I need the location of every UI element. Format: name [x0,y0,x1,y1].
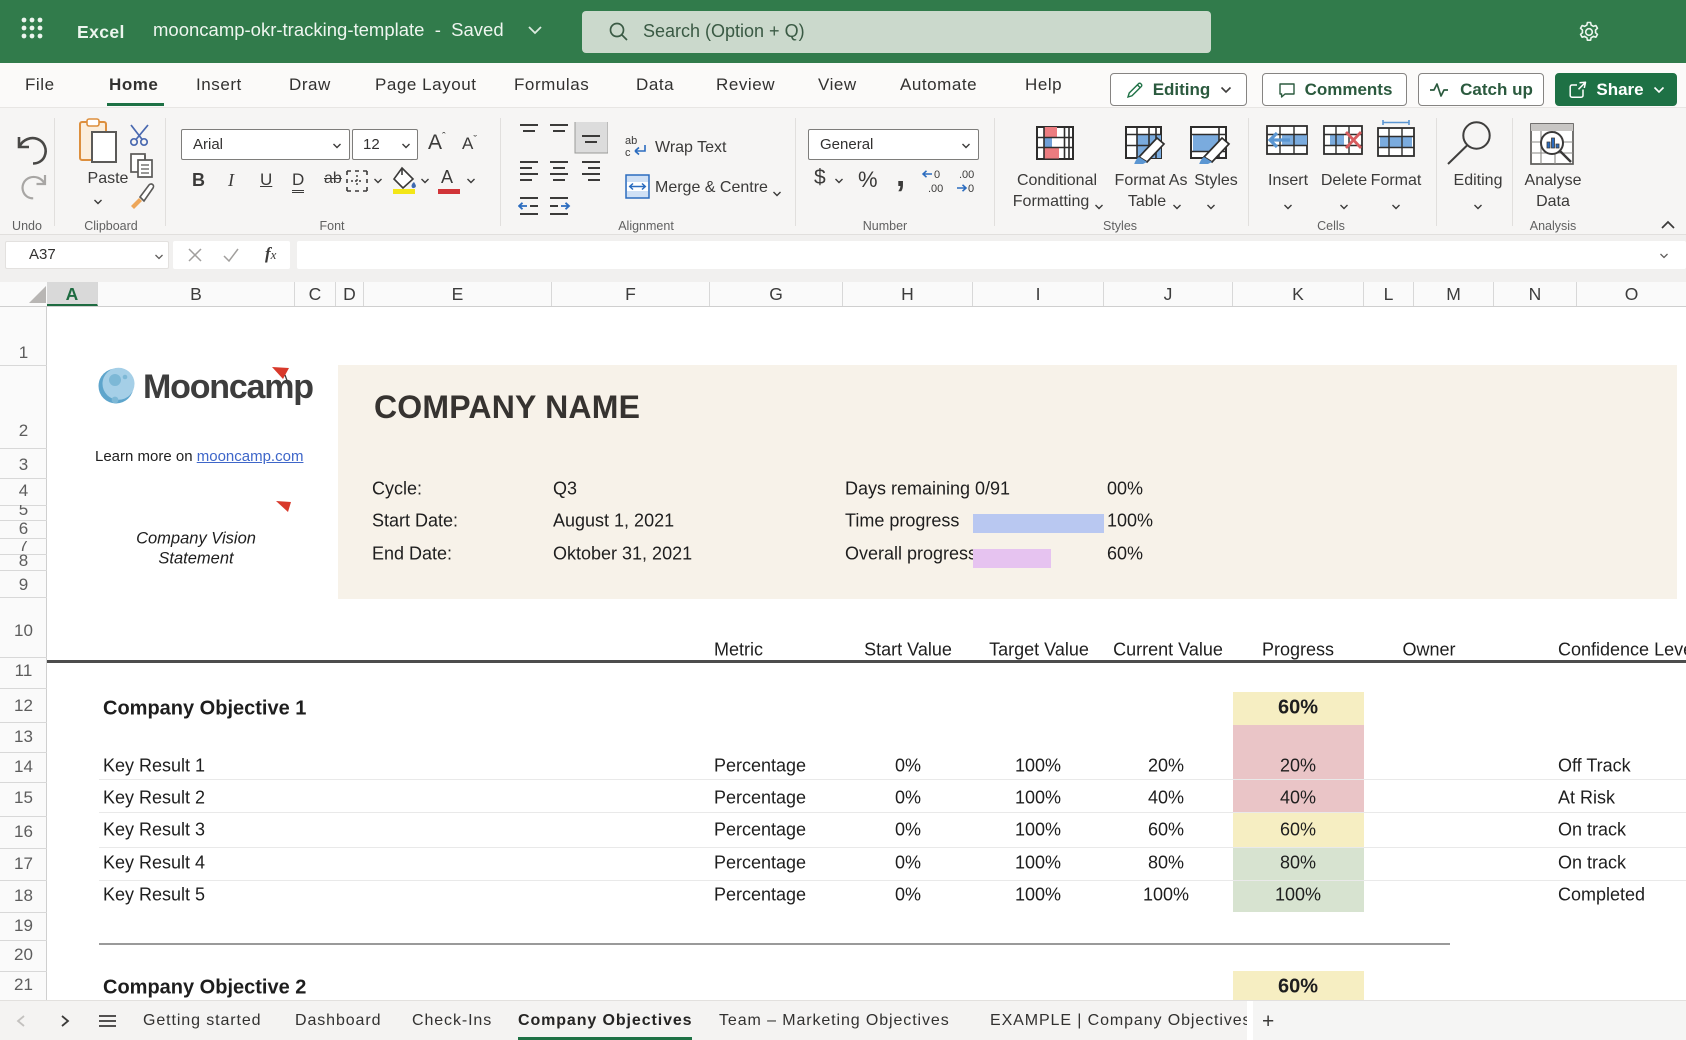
svg-text:ab: ab [625,135,637,147]
svg-text:0: 0 [934,169,940,181]
svg-text:Mooncamp: Mooncamp [143,368,313,406]
svg-text:.00: .00 [928,183,943,194]
svg-text:0: 0 [968,183,974,194]
svg-text:c: c [625,147,631,159]
svg-text:.00: .00 [959,169,974,181]
